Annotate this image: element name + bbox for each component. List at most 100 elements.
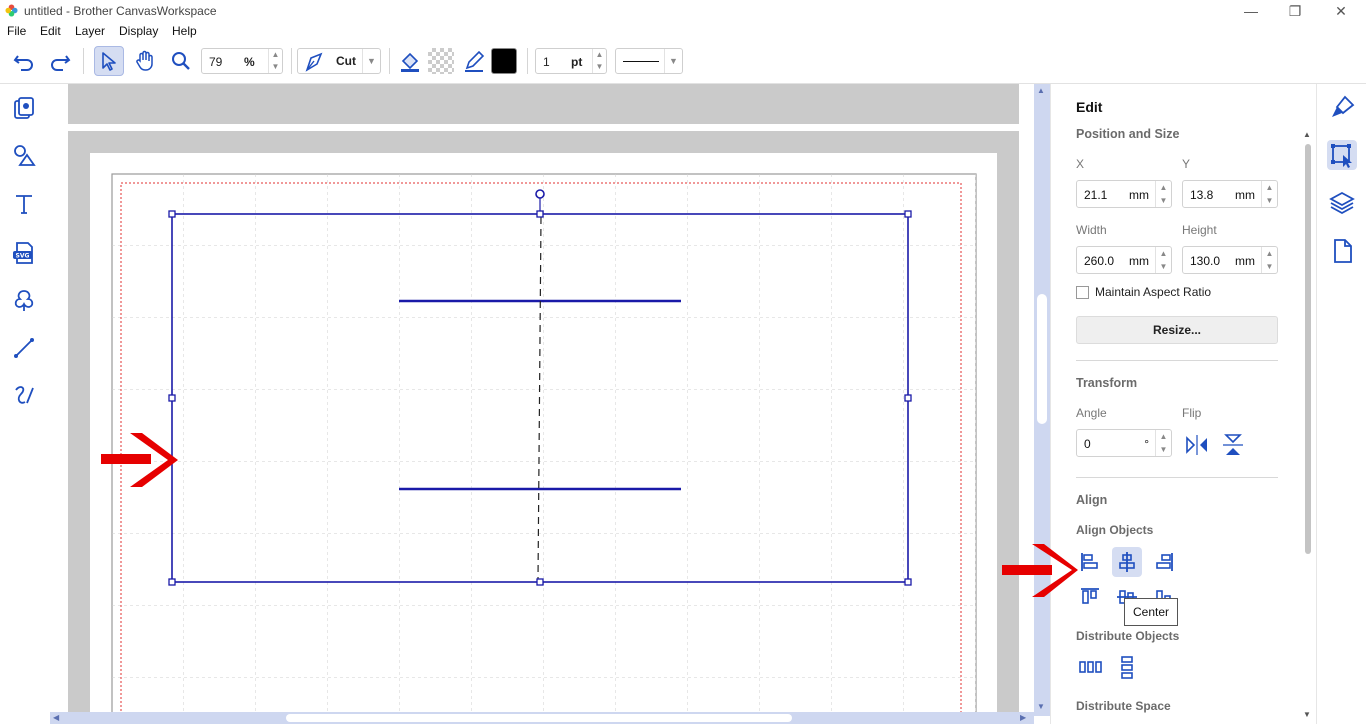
left-toolbar: SVG (0, 84, 50, 724)
line-width-stepper[interactable]: ▲ ▼ (592, 49, 606, 73)
restore-button[interactable]: ❐ (1280, 2, 1310, 20)
fill-bucket-icon[interactable] (396, 47, 424, 75)
toolbar-separator (389, 48, 390, 74)
x-stepper[interactable]: ▲ ▼ (1155, 181, 1171, 207)
close-button[interactable]: ✕ (1326, 2, 1356, 20)
resize-handle-s[interactable] (536, 578, 544, 586)
resize-handle-sw[interactable] (168, 578, 176, 586)
minimize-button[interactable]: — (1236, 2, 1266, 20)
zoom-value: 79 (209, 55, 223, 69)
align-center-icon[interactable] (1112, 547, 1142, 577)
width-unit: mm (1129, 254, 1149, 268)
select-arrow-icon[interactable] (94, 46, 124, 76)
zoom-icon[interactable] (167, 47, 195, 75)
angle-field[interactable]: 0 ° ▲ ▼ (1076, 429, 1172, 457)
title-bar: untitled - Brother CanvasWorkspace — ❐ ✕ (0, 0, 1366, 22)
text-icon[interactable] (11, 191, 37, 217)
line-tool-icon[interactable] (11, 335, 37, 361)
align-center-tooltip: Center (1124, 598, 1178, 626)
rotate-handle[interactable] (535, 189, 545, 199)
resize-handle-ne[interactable] (904, 210, 912, 218)
menu-file[interactable]: File (7, 24, 26, 38)
app-logo-icon (5, 4, 18, 17)
y-stepper[interactable]: ▲ ▼ (1261, 181, 1277, 207)
freehand-icon[interactable] (11, 382, 37, 408)
panel-heading: Edit (1076, 99, 1103, 115)
scroll-right-icon[interactable]: ▶ (1020, 713, 1026, 722)
toolbar-separator (527, 48, 528, 74)
pattern-icon[interactable] (11, 95, 37, 121)
vertical-scroll-thumb[interactable] (1037, 294, 1047, 424)
resize-button[interactable]: Resize... (1076, 316, 1278, 344)
select-transform-icon[interactable] (1327, 140, 1357, 170)
align-top-icon[interactable] (1075, 582, 1105, 612)
align-heading: Align (1076, 493, 1108, 507)
scroll-down-icon[interactable]: ▼ (1037, 702, 1045, 711)
y-position-field[interactable]: 13.8 mm ▲ ▼ (1182, 180, 1278, 208)
toolbar-separator (291, 48, 292, 74)
menu-display[interactable]: Display (119, 24, 158, 38)
menu-bar: File Edit Layer Display Help (0, 22, 1366, 40)
undo-icon[interactable] (10, 47, 38, 75)
resize-handle-se[interactable] (904, 578, 912, 586)
scroll-up-icon[interactable]: ▲ (1037, 86, 1045, 95)
brush-icon[interactable] (1327, 93, 1357, 123)
transparent-fill-icon[interactable] (428, 48, 454, 74)
horizontal-scroll-thumb[interactable] (286, 714, 792, 722)
hand-pan-icon[interactable] (131, 47, 159, 75)
height-field[interactable]: 130.0 mm ▲ ▼ (1182, 246, 1278, 274)
svg-text:SVG: SVG (16, 253, 30, 260)
window-title: untitled - Brother CanvasWorkspace (24, 4, 217, 18)
resize-handle-nw[interactable] (168, 210, 176, 218)
cut-pen-icon (305, 52, 323, 72)
chevron-down-icon: ▼ (664, 49, 682, 73)
line-width-input[interactable]: 1 pt ▲ ▼ (535, 48, 607, 74)
resize-handle-e[interactable] (904, 394, 912, 402)
distribute-vertical-icon[interactable] (1112, 652, 1142, 682)
redo-icon[interactable] (46, 47, 74, 75)
scroll-down-icon[interactable]: ▼ (1303, 710, 1311, 719)
x-unit: mm (1129, 188, 1149, 202)
align-right-icon[interactable] (1149, 547, 1179, 577)
resize-handle-w[interactable] (168, 394, 176, 402)
stroke-color-swatch[interactable] (491, 48, 517, 74)
zoom-stepper[interactable]: ▲ ▼ (268, 49, 282, 73)
height-label: Height (1182, 223, 1217, 237)
maintain-aspect-label: Maintain Aspect Ratio (1095, 285, 1212, 299)
menu-edit[interactable]: Edit (40, 24, 61, 38)
shapes-icon[interactable] (11, 142, 37, 168)
panel-scrollbar[interactable]: ▲ ▼ (1302, 130, 1314, 724)
page-icon[interactable] (1327, 236, 1357, 266)
resize-handle-n[interactable] (536, 210, 544, 218)
svg-import-icon[interactable]: SVG (11, 240, 37, 266)
distribute-horizontal-icon[interactable] (1075, 652, 1105, 682)
layers-icon[interactable] (1327, 188, 1357, 218)
flip-vertical-icon[interactable] (1218, 430, 1248, 460)
scroll-up-icon[interactable]: ▲ (1303, 130, 1311, 139)
width-stepper[interactable]: ▲ ▼ (1155, 247, 1171, 273)
zoom-level-input[interactable]: 79 % ▲ ▼ (201, 48, 283, 74)
height-stepper[interactable]: ▲ ▼ (1261, 247, 1277, 273)
line-pen-icon[interactable] (460, 47, 488, 75)
line-width-unit: pt (571, 55, 583, 69)
design-canvas[interactable] (50, 84, 1034, 716)
flip-horizontal-icon[interactable] (1182, 430, 1212, 460)
trace-icon[interactable] (11, 287, 37, 313)
line-style-dropdown[interactable]: ▼ (615, 48, 683, 74)
position-size-heading: Position and Size (1076, 127, 1180, 141)
angle-stepper[interactable]: ▲ ▼ (1155, 430, 1171, 456)
canvas-vertical-scrollbar[interactable]: ▲ ▼ (1034, 84, 1050, 716)
scroll-left-icon[interactable]: ◀ (53, 713, 59, 722)
menu-help[interactable]: Help (172, 24, 197, 38)
panel-scroll-thumb[interactable] (1305, 144, 1311, 554)
angle-label: Angle (1076, 406, 1107, 420)
maintain-aspect-checkbox[interactable] (1076, 286, 1089, 299)
x-position-field[interactable]: 21.1 mm ▲ ▼ (1076, 180, 1172, 208)
canvas-horizontal-scrollbar[interactable]: ◀ ▶ (50, 712, 1034, 724)
align-left-icon[interactable] (1075, 547, 1105, 577)
toolbar-separator (83, 48, 84, 74)
width-field[interactable]: 260.0 mm ▲ ▼ (1076, 246, 1172, 274)
menu-layer[interactable]: Layer (75, 24, 105, 38)
canvas-area[interactable] (50, 84, 1034, 716)
cut-mode-dropdown[interactable]: Cut ▼ (297, 48, 381, 74)
